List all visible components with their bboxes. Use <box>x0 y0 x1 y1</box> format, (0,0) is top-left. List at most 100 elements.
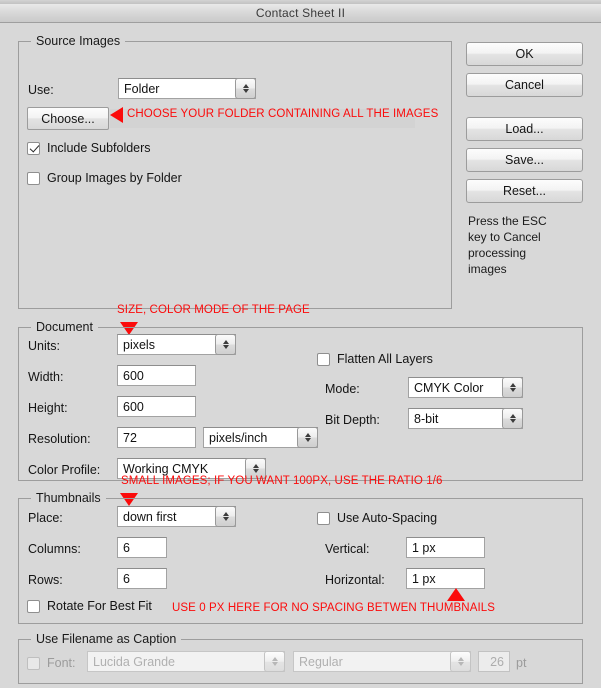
load-button-label: Load... <box>505 122 544 136</box>
dialog-titlebar[interactable]: Contact Sheet II <box>0 4 601 23</box>
vertical-input[interactable]: 1 px <box>406 537 485 558</box>
save-button-label: Save... <box>505 153 544 167</box>
units-label: Units: <box>28 339 60 353</box>
group-images-by-folder-box-icon[interactable] <box>27 171 40 185</box>
group-images-by-folder-label: Group Images by Folder <box>47 171 182 185</box>
bit-depth-label: Bit Depth: <box>325 413 380 427</box>
load-button[interactable]: Load... <box>466 117 583 141</box>
font-size-units-label: pt <box>516 656 527 670</box>
mode-label: Mode: <box>325 382 360 396</box>
font-style-value: Regular <box>299 654 343 669</box>
mode-select[interactable]: CMYK Color <box>408 377 523 398</box>
width-input[interactable]: 600 <box>117 365 196 386</box>
vertical-input-value: 1 px <box>412 540 436 555</box>
vertical-label: Vertical: <box>325 542 370 556</box>
flatten-all-layers-checkbox[interactable]: Flatten All Layers <box>317 352 433 366</box>
caption-legend: Use Filename as Caption <box>31 632 182 646</box>
font-family-select[interactable]: Lucida Grande <box>87 651 285 672</box>
ok-button[interactable]: OK <box>466 42 583 66</box>
resolution-input-value: 72 <box>123 430 137 445</box>
font-style-stepper-icon[interactable] <box>450 651 471 672</box>
cancel-button[interactable]: Cancel <box>466 73 583 97</box>
color-profile-value: Working CMYK <box>123 461 209 476</box>
source-images-legend: Source Images <box>31 34 126 48</box>
rotate-for-best-fit-box-icon[interactable] <box>27 599 40 613</box>
thumbnails-legend: Thumbnails <box>31 491 106 505</box>
group-images-by-folder-checkbox[interactable]: Group Images by Folder <box>27 171 182 185</box>
use-filename-font-box-icon[interactable] <box>27 656 40 670</box>
resolution-units-select[interactable]: pixels/inch <box>203 427 318 448</box>
font-size-input[interactable]: 26 <box>478 651 510 672</box>
flatten-all-layers-box-icon[interactable] <box>317 352 330 366</box>
resolution-input[interactable]: 72 <box>117 427 196 448</box>
rows-input[interactable]: 6 <box>117 568 167 589</box>
esc-help-text: Press the ESC key to Cancel processing i… <box>468 214 547 276</box>
height-input-value: 600 <box>123 399 144 414</box>
include-subfolders-box-icon[interactable] <box>27 141 40 155</box>
units-select-stepper-icon[interactable] <box>215 334 236 355</box>
dialog-title: Contact Sheet II <box>255 6 346 20</box>
reset-button[interactable]: Reset... <box>466 179 583 203</box>
document-group: Document <box>18 320 583 481</box>
use-filename-font-checkbox[interactable]: Font: <box>27 656 76 670</box>
height-label: Height: <box>28 401 68 415</box>
resolution-label: Resolution: <box>28 432 91 446</box>
use-auto-spacing-box-icon[interactable] <box>317 511 330 525</box>
annotation-arrow-spacing <box>447 588 465 601</box>
document-legend: Document <box>31 320 98 334</box>
rotate-for-best-fit-checkbox[interactable]: Rotate For Best Fit <box>27 599 152 613</box>
place-select[interactable]: down first <box>117 506 236 527</box>
annotation-arrow-left <box>110 107 123 123</box>
units-select[interactable]: pixels <box>117 334 236 355</box>
use-select-stepper-icon[interactable] <box>235 78 256 99</box>
include-subfolders-checkbox[interactable]: Include Subfolders <box>27 141 151 155</box>
use-select[interactable]: Folder <box>118 78 256 99</box>
font-label: Font: <box>47 656 76 670</box>
choose-button-label: Choose... <box>41 111 95 126</box>
bit-depth-stepper-icon[interactable] <box>502 408 523 429</box>
place-select-value: down first <box>123 509 177 524</box>
font-family-value: Lucida Grande <box>93 654 176 669</box>
include-subfolders-label: Include Subfolders <box>47 141 151 155</box>
horizontal-input-value: 1 px <box>412 571 436 586</box>
contact-sheet-dialog: Contact Sheet II Source Images Use: Fold… <box>0 4 601 688</box>
rotate-for-best-fit-label: Rotate For Best Fit <box>47 599 152 613</box>
units-select-value: pixels <box>123 337 155 352</box>
annotation-spacing: USE 0 PX HERE FOR NO SPACING BETWEN THUM… <box>172 602 496 614</box>
flatten-all-layers-label: Flatten All Layers <box>337 352 433 366</box>
columns-input-value: 6 <box>123 540 130 555</box>
font-style-select[interactable]: Regular <box>293 651 471 672</box>
mode-select-value: CMYK Color <box>414 380 484 395</box>
rows-label: Rows: <box>28 573 63 587</box>
font-family-stepper-icon[interactable] <box>264 651 285 672</box>
horizontal-label: Horizontal: <box>325 573 385 587</box>
cancel-button-label: Cancel <box>505 78 544 92</box>
use-auto-spacing-label: Use Auto-Spacing <box>337 511 438 525</box>
annotation-document-size: SIZE, COLOR MODE OF THE PAGE <box>117 304 310 316</box>
choose-button[interactable]: Choose... <box>27 107 109 130</box>
place-label: Place: <box>28 511 63 525</box>
color-profile-label: Color Profile: <box>28 463 101 477</box>
horizontal-input[interactable]: 1 px <box>406 568 485 589</box>
annotation-choose-folder: CHOOSE YOUR FOLDER CONTAINING ALL THE IM… <box>127 108 439 120</box>
width-label: Width: <box>28 370 64 384</box>
bit-depth-select[interactable]: 8-bit <box>408 408 523 429</box>
use-label: Use: <box>28 83 54 97</box>
use-auto-spacing-checkbox[interactable]: Use Auto-Spacing <box>317 511 437 525</box>
reset-button-label: Reset... <box>502 184 547 198</box>
save-button[interactable]: Save... <box>466 148 583 172</box>
use-select-value: Folder <box>124 81 160 96</box>
font-size-value: 26 <box>490 654 504 669</box>
resolution-units-stepper-icon[interactable] <box>297 427 318 448</box>
rows-input-value: 6 <box>123 571 130 586</box>
annotation-thumbnail-ratio: SMALL IMAGES; IF YOU WANT 100PX, USE THE… <box>121 475 443 487</box>
resolution-units-value: pixels/inch <box>209 430 268 445</box>
height-input[interactable]: 600 <box>117 396 196 417</box>
width-input-value: 600 <box>123 368 144 383</box>
place-select-stepper-icon[interactable] <box>215 506 236 527</box>
columns-label: Columns: <box>28 542 81 556</box>
columns-input[interactable]: 6 <box>117 537 167 558</box>
ok-button-label: OK <box>515 47 534 61</box>
mode-select-stepper-icon[interactable] <box>502 377 523 398</box>
bit-depth-value: 8-bit <box>414 411 439 426</box>
